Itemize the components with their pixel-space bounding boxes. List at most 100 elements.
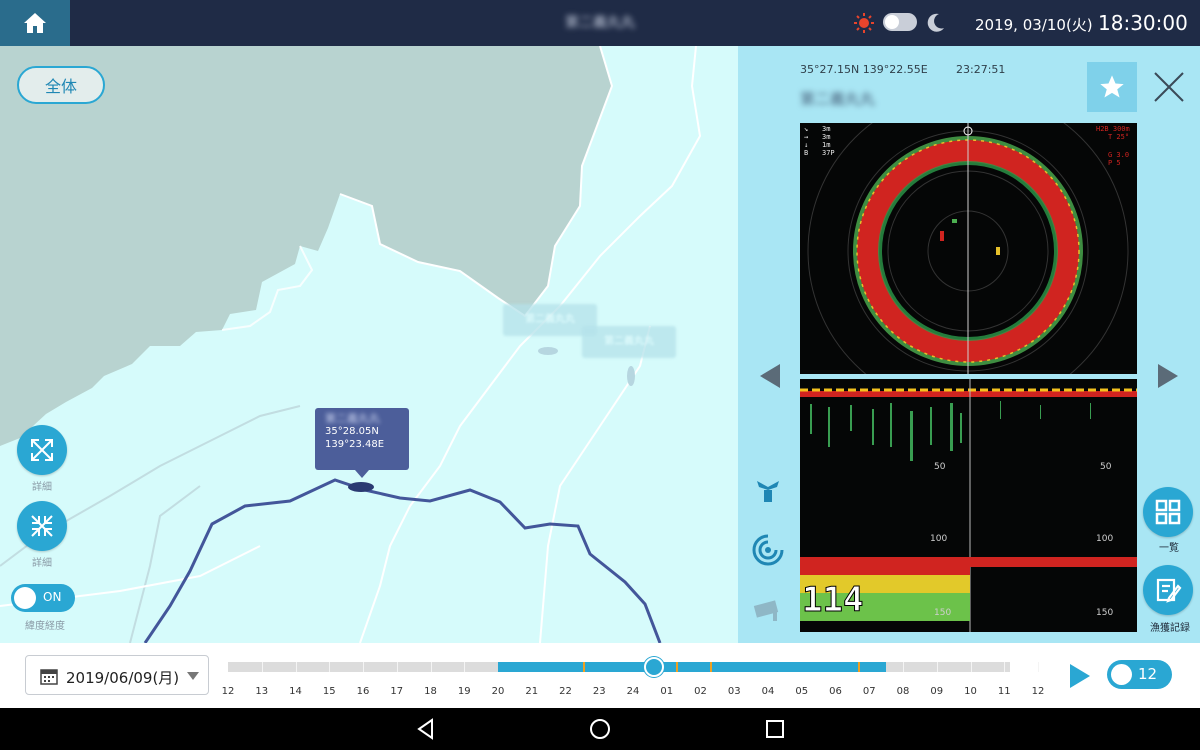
track-tick <box>295 662 297 672</box>
hour-label: 13 <box>255 686 269 697</box>
date-picker[interactable]: 2019/06/09(月) <box>25 655 209 695</box>
track-tick <box>430 662 432 672</box>
event-marker <box>676 662 678 672</box>
system-nav-bar <box>0 708 1200 750</box>
land-mass <box>0 46 612 446</box>
sonar-right-readout-4: P 5 <box>1108 159 1121 167</box>
hour-label: 10 <box>964 686 977 697</box>
close-icon[interactable] <box>1152 70 1186 104</box>
sonar-left-readout-4: 37P <box>822 149 835 157</box>
panel-vessel-name: 第二義丸丸 <box>800 90 876 108</box>
hour-label: 05 <box>795 686 809 697</box>
map-view[interactable]: 全体 第二義丸丸 第二義丸丸 第二義丸丸 35°28.05N 139°23.48… <box>0 46 738 643</box>
home-button[interactable] <box>0 0 70 46</box>
playback-speed-toggle[interactable]: 12 <box>1107 660 1172 689</box>
zoom-in-caption: 詳細 <box>32 558 52 569</box>
vessel-marker <box>348 482 374 492</box>
vessel-popup[interactable]: 第二義丸丸 35°28.05N 139°23.48E <box>315 408 409 478</box>
list-caption: 一覧 <box>1159 543 1179 554</box>
track-tick <box>936 662 938 672</box>
playback-speed-label: 12 <box>1138 665 1158 683</box>
panel-time: 23:27:51 <box>956 63 1006 76</box>
hour-label: 20 <box>491 686 505 697</box>
track-tick <box>1004 662 1006 672</box>
hour-label: 01 <box>660 686 674 697</box>
track-tick <box>396 662 398 672</box>
sonar-right-readout-2: T 25° <box>1108 133 1129 141</box>
svg-text:→: → <box>804 133 808 141</box>
sun-icon[interactable] <box>853 12 875 34</box>
hour-label: 22 <box>559 686 572 697</box>
ghost-vessel-marker-2 <box>627 366 635 386</box>
track-tick <box>363 662 364 672</box>
ghost-vessel-label-2[interactable]: 第二義丸丸 <box>582 326 676 358</box>
fish-finder-icon[interactable] <box>751 473 785 507</box>
ghost-vessel-marker <box>538 347 558 355</box>
hour-label: 06 <box>829 686 842 697</box>
depth-label-150: 150 <box>934 608 951 618</box>
grid-icon <box>1155 499 1181 525</box>
recents-icon[interactable] <box>763 717 787 741</box>
svg-text:↓: ↓ <box>804 141 808 149</box>
sonar-left-readout-1: 3m <box>822 125 830 133</box>
list-view-button[interactable] <box>1143 487 1193 537</box>
hour-label: 02 <box>694 686 707 697</box>
echogram-big-number: 114 <box>802 580 863 620</box>
echogram-graphic: 50 50 100 100 150 150 114 <box>800 379 1137 632</box>
play-icon[interactable] <box>1069 663 1091 689</box>
prev-arrow-icon[interactable] <box>759 363 781 389</box>
current-time: 18:30:00 <box>1098 11 1188 35</box>
hour-label: 04 <box>761 686 775 697</box>
echogram-image[interactable]: 50 50 100 100 150 150 114 <box>800 379 1137 632</box>
popup-lat: 35°28.05N <box>325 426 379 437</box>
show-all-button[interactable]: 全体 <box>17 66 105 104</box>
back-icon[interactable] <box>414 717 438 741</box>
latlon-toggle[interactable]: ON <box>11 584 75 612</box>
camera-icon[interactable] <box>751 593 785 627</box>
hour-label: 24 <box>626 686 640 697</box>
timeline-bar: 2019/06/09(月) 12 13 14 15 16 17 18 19 20 21 22 23 24… <box>0 643 1200 708</box>
sonar-circular-image[interactable]: 3m 3m 1m 37P ↘ → ↓ B H2B 300m T 25° G 3.0 P… <box>800 90 1137 412</box>
timeline-thumb[interactable] <box>644 657 664 677</box>
sonar-circular-graphic: 3m 3m 1m 37P ↘→↓B H2B 300m T 25° G 3.0 P… <box>804 90 1130 412</box>
moon-icon[interactable] <box>926 12 946 34</box>
sonar-left-readout-3: 1m <box>822 141 830 149</box>
vessel-track <box>143 478 662 643</box>
favorite-button[interactable] <box>1087 62 1137 112</box>
latlon-caption: 緯度経度 <box>25 621 65 632</box>
track-tick <box>970 662 972 672</box>
popup-lon: 139°23.48E <box>325 439 385 450</box>
zoom-in-detail-button[interactable] <box>17 501 67 551</box>
hour-label: 18 <box>424 686 437 697</box>
depth-label-150-right: 150 <box>1096 608 1113 618</box>
detail-panel: 35°27.15N 139°22.55E 23:27:51 第二義丸丸 3m 3… <box>738 46 1200 643</box>
zoom-out-detail-button[interactable] <box>17 425 67 475</box>
popup-vessel-name: 第二義丸丸 <box>325 412 380 425</box>
sonar-right-readout-3: G 3.0 <box>1108 151 1129 159</box>
track-tick <box>261 662 263 672</box>
next-arrow-icon[interactable] <box>1157 363 1179 389</box>
event-marker <box>710 662 712 672</box>
catch-caption: 漁獲記録 <box>1150 623 1190 634</box>
event-marker <box>858 662 860 672</box>
sonar-right-readout-1: H2B 300m <box>1096 125 1130 133</box>
edit-note-icon <box>1156 578 1182 603</box>
expand-arrows-icon <box>31 439 53 461</box>
sonar-icon[interactable] <box>751 533 785 567</box>
home-nav-icon[interactable] <box>588 717 612 741</box>
track-tick <box>903 662 904 672</box>
track-tick <box>1038 662 1039 672</box>
star-icon <box>1100 75 1124 98</box>
event-marker <box>583 662 585 672</box>
depth-label-100-right: 100 <box>1096 534 1113 544</box>
home-icon <box>24 13 46 33</box>
day-night-toggle[interactable] <box>883 13 917 31</box>
collapse-arrows-icon <box>31 515 53 537</box>
track-tick <box>464 662 466 672</box>
hour-label: 07 <box>862 686 876 697</box>
calendar-icon <box>40 669 58 685</box>
chevron-down-icon <box>187 672 199 680</box>
catch-record-button[interactable] <box>1143 565 1193 615</box>
hour-label: 14 <box>289 686 302 697</box>
top-bar: 第二義丸丸 2019, 03/10(火) 18:30:00 <box>0 0 1200 46</box>
